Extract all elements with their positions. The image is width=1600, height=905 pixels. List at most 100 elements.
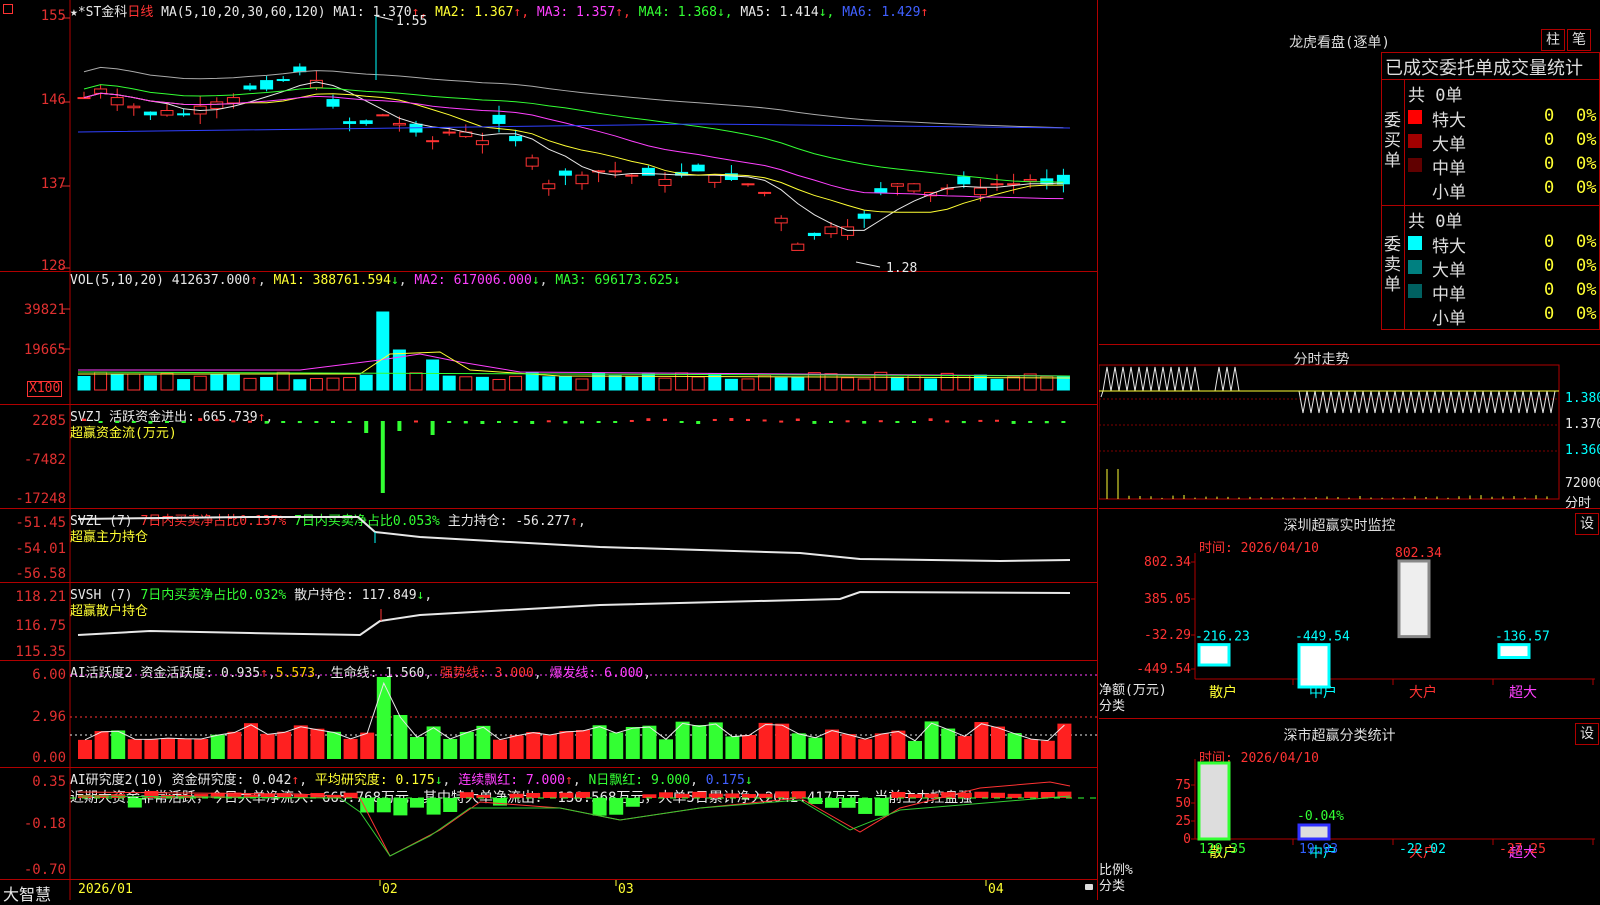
- ai-research-pane[interactable]: AI研究度2(10) 资金研究度: 0.042↑, 平均研究度: 0.175↓,…: [0, 768, 1098, 880]
- flow-bar: [414, 420, 418, 423]
- candle-body: [94, 88, 108, 94]
- monitor-panel[interactable]: 深圳超赢实时监控 设 时间: 2026/04/10 802.34 385.05 -3…: [1099, 509, 1600, 719]
- ai-activity-pane[interactable]: AI活跃度2 资金活跃度: 0.935↑,5.573, 生命线: 1.560, …: [0, 661, 1098, 768]
- ai-activity-chart[interactable]: [0, 661, 1098, 768]
- activity-bar: [111, 730, 126, 759]
- activity-bar: [210, 734, 225, 759]
- svzl-chart[interactable]: [0, 509, 1098, 583]
- flow-bar: [165, 421, 169, 423]
- research-bar: [559, 792, 574, 798]
- svsh-chart[interactable]: [0, 583, 1098, 661]
- research-bar: [1024, 791, 1039, 798]
- candle-body: [376, 114, 390, 117]
- volume-bar: [260, 376, 274, 391]
- candle-body: [774, 217, 788, 224]
- volume-bar: [293, 379, 307, 391]
- flow-bar: [497, 421, 501, 423]
- category-label: 大户: [1409, 684, 1437, 701]
- candle-body: [874, 188, 888, 193]
- bar-mode-button[interactable]: 柱: [1541, 29, 1565, 51]
- legend-swatch: [1408, 308, 1422, 322]
- volume-bar: [343, 377, 357, 391]
- flow-bar: [845, 420, 850, 423]
- kline-chart[interactable]: [0, 0, 1098, 272]
- activity-bar: [161, 738, 175, 759]
- volume-bar: [409, 372, 423, 391]
- volume-bar: [110, 374, 124, 391]
- ai-research-chart[interactable]: [0, 768, 1098, 880]
- fenshi-chart[interactable]: [1099, 345, 1600, 509]
- research-bar: [410, 798, 424, 808]
- lock-icon[interactable]: [1085, 884, 1093, 890]
- flow-bar: [115, 421, 120, 423]
- kline-pane[interactable]: ★*ST金科日线 MA(5,10,20,30,60,120) MA1: 1.37…: [0, 0, 1098, 276]
- svzj-pane[interactable]: SVZJ 活跃资金进出: 665.739↑, 超赢资金流(万元) 2285 -7…: [0, 405, 1098, 509]
- candle-body: [658, 178, 672, 186]
- activity-bar: [957, 736, 972, 759]
- candle-body: [1056, 174, 1070, 185]
- sell-row-pct: 0%: [1576, 232, 1597, 252]
- candle-body: [857, 213, 871, 219]
- svsh-pane[interactable]: SVSH (7) 7日内买卖净占比0.032% 散户持仓: 117.849↓, …: [0, 583, 1098, 661]
- volume-bar: [841, 377, 855, 391]
- high-price-label: 1.55: [396, 14, 428, 29]
- activity-bar: [775, 723, 790, 759]
- activity-bar: [908, 740, 922, 759]
- candle-body: [890, 183, 904, 187]
- buy-total: 共 0单: [1408, 86, 1463, 106]
- volume-bar: [525, 372, 539, 391]
- sell-row-pct: 0%: [1576, 256, 1597, 276]
- research-bar: [542, 791, 557, 798]
- flow-bar: [430, 421, 435, 435]
- date-tick: 2026/01: [78, 882, 133, 897]
- activity-bar: [244, 723, 258, 759]
- volume-chart[interactable]: [0, 272, 1098, 405]
- svzj-chart[interactable]: [0, 405, 1098, 509]
- flow-bar: [181, 421, 186, 423]
- tick-mode-button[interactable]: 笔: [1567, 29, 1591, 51]
- flow-bar: [596, 421, 601, 423]
- research-green-line: [77, 795, 1071, 857]
- volume-bar: [442, 375, 456, 391]
- buy-row: 特大 0 0%: [1404, 105, 1600, 131]
- date-tick: 02: [382, 882, 398, 897]
- volume-bar: [558, 376, 572, 391]
- fenshi-panel[interactable]: 分时走势 1.380 1.370 1.360 72000 分时: [1099, 345, 1600, 511]
- flow-bar: [696, 421, 701, 424]
- research-bar: [742, 794, 756, 798]
- volume-bar: [1023, 373, 1037, 391]
- fenshi-price-line: [1100, 366, 1556, 414]
- buy-row-pct: 0%: [1576, 154, 1597, 174]
- monitor-value-label: -216.23: [1195, 630, 1250, 645]
- volume-bar: [243, 377, 257, 391]
- activity-bar: [858, 739, 873, 759]
- activity-bar: [94, 731, 109, 759]
- buy-row-name: 大单: [1432, 135, 1466, 155]
- activity-bar: [825, 729, 839, 759]
- research-bar: [874, 798, 889, 816]
- volume-pane[interactable]: VOL(5,10,20) 412637.000↑, MA1: 388761.59…: [0, 272, 1098, 405]
- volume-bar: [625, 376, 639, 391]
- buy-row: 小单 0 0%: [1404, 177, 1600, 203]
- buy-row-count: 0: [1544, 154, 1555, 174]
- high-pointer: [375, 15, 394, 21]
- legend-swatch: [1408, 236, 1422, 250]
- flow-bar: [347, 421, 352, 423]
- candle-body: [558, 170, 572, 176]
- activity-bar: [127, 739, 142, 759]
- flow-bar: [1044, 421, 1049, 424]
- legend-swatch: [1408, 182, 1422, 196]
- activity-bar: [526, 731, 541, 759]
- classify-value-label: -27.25: [1499, 842, 1546, 857]
- classify-panel[interactable]: 深市超赢分类统计 设 时间: 2026/04/10 75 50 25 0 散户 中户 大户超…: [1099, 719, 1600, 900]
- candle-body: [210, 101, 224, 109]
- chart-y-tick: -449.54: [1136, 662, 1191, 677]
- flow-bar: [297, 421, 302, 424]
- svzl-pane[interactable]: SVZL (7) 7日内买卖净占比0.137% 7日内买卖净占比0.053% 主…: [0, 509, 1098, 583]
- research-bar: [775, 791, 790, 798]
- sell-row-count: 0: [1544, 232, 1555, 252]
- activity-bar: [891, 730, 906, 759]
- research-red-line: [77, 781, 1071, 857]
- research-bar: [825, 798, 839, 808]
- research-bar: [526, 792, 541, 798]
